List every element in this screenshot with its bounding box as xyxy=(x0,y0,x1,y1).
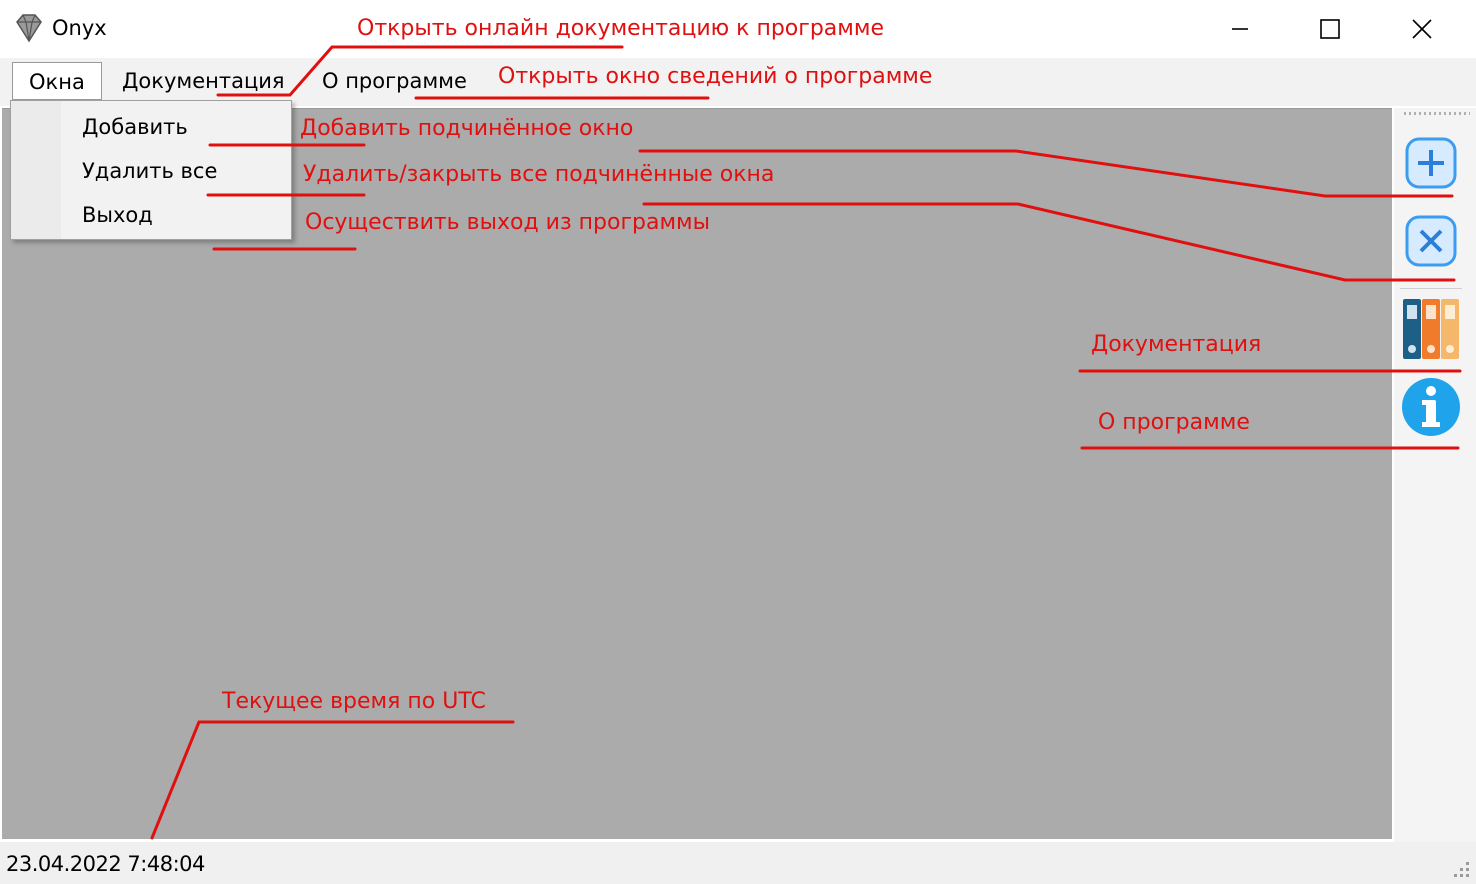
maximize-button[interactable] xyxy=(1284,0,1376,58)
toolstrip-separator xyxy=(1400,288,1462,289)
resize-grip-icon[interactable] xyxy=(1450,858,1472,880)
status-time: 23.04.2022 7:48:04 xyxy=(6,852,205,876)
minimize-button[interactable] xyxy=(1194,0,1286,58)
close-icon xyxy=(1412,19,1432,39)
annotation-open-about: Открыть окно сведений о программе xyxy=(498,64,933,89)
about-button[interactable] xyxy=(1400,376,1462,438)
annotation-remove-all: Удалить/закрыть все подчинённые окна xyxy=(303,162,775,187)
annotation-exit: Осуществить выход из программы xyxy=(305,210,711,235)
annotation-docs: Документация xyxy=(1091,332,1262,357)
annotation-open-docs: Открыть онлайн документацию к программе xyxy=(357,16,884,41)
toolstrip-grip[interactable] xyxy=(1404,112,1470,115)
menu-windows[interactable]: Окна xyxy=(12,62,102,100)
maximize-icon xyxy=(1320,19,1340,39)
status-bar xyxy=(0,842,1476,884)
dropdown-icon-column xyxy=(11,101,61,239)
menu-documentation[interactable]: Документация xyxy=(106,62,301,100)
menu-item-add[interactable]: Добавить xyxy=(82,115,188,139)
documentation-button[interactable] xyxy=(1400,298,1462,360)
menu-item-remove-all[interactable]: Удалить все xyxy=(82,159,217,183)
menu-item-exit[interactable]: Выход xyxy=(82,203,153,227)
close-button[interactable] xyxy=(1376,0,1468,58)
remove-all-button[interactable] xyxy=(1400,210,1462,272)
menu-about[interactable]: О программе xyxy=(306,62,483,100)
gem-icon xyxy=(16,14,42,43)
annotation-about: О программе xyxy=(1098,410,1250,435)
add-window-button[interactable] xyxy=(1400,132,1462,194)
windows-dropdown-menu: Добавить Удалить все Выход xyxy=(10,100,292,240)
window-title: Onyx xyxy=(52,16,107,40)
info-icon xyxy=(1402,378,1460,436)
minimize-icon xyxy=(1232,28,1248,30)
plus-icon xyxy=(1405,137,1457,189)
annotation-add-child: Добавить подчинённое окно xyxy=(300,116,634,141)
binders-icon xyxy=(1403,299,1459,359)
annotation-utc-time: Текущее время по UTC xyxy=(222,689,486,714)
close-x-icon xyxy=(1405,215,1457,267)
